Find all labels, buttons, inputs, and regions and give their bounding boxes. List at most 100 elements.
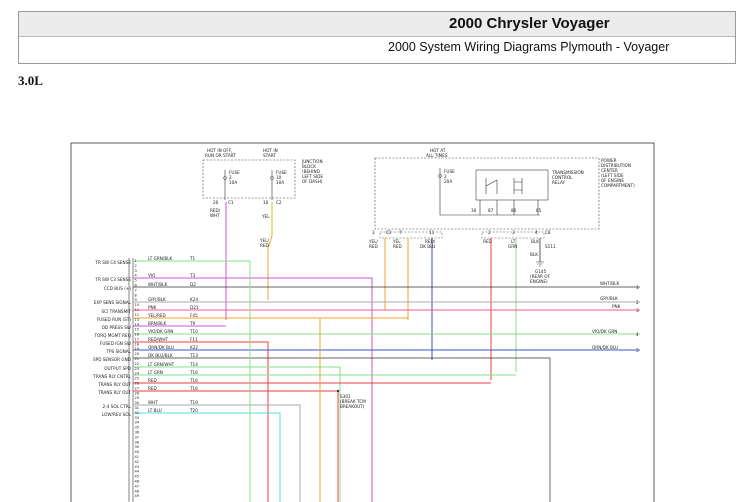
pin-label: 20 [213, 200, 219, 205]
pcm-pin-label: CCD BUS (+) [104, 286, 131, 291]
pcm-pin-number: 13 [135, 318, 140, 322]
wire-label: BLK [530, 252, 538, 257]
splice-s301 [336, 389, 340, 393]
fuse-label: 20A [444, 179, 452, 184]
pcm-pin-number: 38 [135, 440, 140, 444]
pcm-pin-number: 5 [135, 279, 137, 283]
wire-color-label: RED [148, 378, 157, 383]
pcm-pin-label: FUSED RUN (ST) [97, 317, 132, 322]
pcm-pin-label: SPD SENSOR GND [93, 357, 131, 362]
ground-icon [536, 261, 544, 267]
pin-label: 87 [488, 208, 494, 213]
pcm-pin-number: 26 [135, 382, 140, 386]
circuit-code: T16 [189, 378, 198, 383]
wire-color-label: YEL/RED [147, 313, 166, 318]
pcm-pin-number: 17 [135, 337, 140, 341]
pcm-pin-number: 10 [135, 303, 140, 307]
pcm-pin-number: 46 [135, 480, 140, 484]
wire-label: BLK [531, 239, 539, 244]
pin-label: 2 [636, 300, 639, 305]
pin-label: 11 [429, 230, 435, 235]
pcm-pin-number: 30 [135, 401, 140, 405]
wire-label: YEL [261, 214, 270, 219]
pcm-pin-label: FUSED IGN SW [100, 341, 131, 346]
pcm-pin-number: 11 [135, 308, 140, 312]
circuit-code: T16 [189, 386, 198, 391]
circuit-code: T14 [189, 362, 198, 367]
connector-label: C2 [276, 200, 282, 205]
wire-color-label: WHT [148, 400, 158, 405]
wire-color-label: VIO/DK GRN [592, 329, 617, 334]
circuit-code: K24 [190, 297, 198, 302]
fuse-label: 10A [229, 180, 237, 185]
junction-label: OF DASH) [302, 179, 323, 184]
circuit-code: F45 [190, 313, 198, 318]
hot-start-label: START [263, 153, 276, 158]
pcm-pin-number: 25 [135, 377, 140, 381]
pcm-pin-label: TPS SIGNAL [105, 349, 131, 354]
pcm-pin-number: 39 [135, 445, 140, 449]
pin-label: 3 [636, 308, 639, 313]
wire-color-label: RED/WHT [148, 337, 168, 342]
pcm-pin-number: 42 [135, 460, 140, 464]
wire-label: WHT [210, 213, 220, 218]
pcm-pin-number: 3 [135, 269, 137, 273]
pcm-pin-number: 34 [135, 421, 140, 425]
wire-color-label: VIO/DK GRN [148, 329, 173, 334]
circuit-code: T16 [189, 370, 198, 375]
wire-color-label: LT GRN [148, 370, 163, 375]
circuit-code: K22 [190, 345, 198, 350]
pcm-pin-label: TR SW C4 SENSE [94, 260, 131, 265]
wire-h-16 [133, 404, 301, 502]
wiring-diagram: HOT IN OFF, RUN OR START HOT IN START FU… [70, 142, 655, 502]
pcm-pin-number: 1 [135, 259, 137, 263]
pin-label: 4 [535, 230, 538, 235]
pin-label: 2 [488, 230, 491, 235]
ground-label: ENGINE) [530, 279, 548, 284]
wire-label: RED [483, 239, 492, 244]
wire-h-17 [133, 412, 281, 502]
circuit-code: T20 [189, 408, 198, 413]
pin-label: 86 [511, 208, 517, 213]
circuit-code: F11 [190, 337, 198, 342]
pcm-pin-number: 35 [135, 426, 140, 430]
fuse-label: 10A [276, 180, 284, 185]
pdc-label: COMPARTMENT) [601, 183, 635, 188]
pcm-pin-number: 44 [135, 470, 140, 474]
wire-color-label: RED [148, 386, 157, 391]
pcm-pin-number: 40 [135, 450, 140, 454]
circuit-code: T19 [189, 400, 198, 405]
pcm-pin-number: 33 [135, 416, 140, 420]
wire-h-15 [133, 390, 339, 502]
pcm-pin-number: 20 [135, 352, 140, 356]
pcm-pin-number: 37 [135, 435, 140, 439]
splice-label: BREAKOUT) [340, 404, 365, 409]
connector-label: C2 [386, 230, 392, 235]
pcm-pin-number: 23 [135, 367, 140, 371]
pcm-pin-number: 32 [135, 411, 140, 415]
pcm-pin-number: 48 [135, 489, 140, 493]
transmission-control-relay [475, 169, 549, 201]
pcm-pin-number: 12 [135, 313, 140, 317]
pcm-pin-label: TRANS RLY OUT [97, 390, 131, 395]
pin-label: 3 [512, 230, 515, 235]
hot-all-label: ALL TIMES [426, 153, 448, 158]
wire-color-label: BRN/BLK [148, 321, 167, 326]
wire-label: RED [393, 244, 402, 249]
wire-label: RED [260, 243, 269, 248]
pcm-pin-number: 4 [135, 274, 138, 278]
pcm-pin-number: 49 [135, 494, 140, 498]
pin-label: 1 [636, 285, 639, 290]
pcm-pin-number: 2 [135, 264, 137, 268]
wire-color-label: LT GRN/WHT [148, 362, 175, 367]
pcm-pin-number: 27 [135, 386, 140, 390]
pcm-pin-label: 2-4 SOL CTRL [102, 404, 131, 409]
pcm-pin-label: OUTPUT SPD [104, 366, 131, 371]
pcm-pin-number: 31 [135, 406, 140, 410]
wire-label: GRN [508, 244, 517, 249]
pin-label: 10 [263, 200, 269, 205]
pcm-pin-number: 19 [135, 347, 140, 351]
splice-label: S111 [545, 244, 556, 249]
pcm-pin-label: LOW/REV SOL [102, 412, 132, 417]
wire-h-12 [133, 366, 341, 502]
